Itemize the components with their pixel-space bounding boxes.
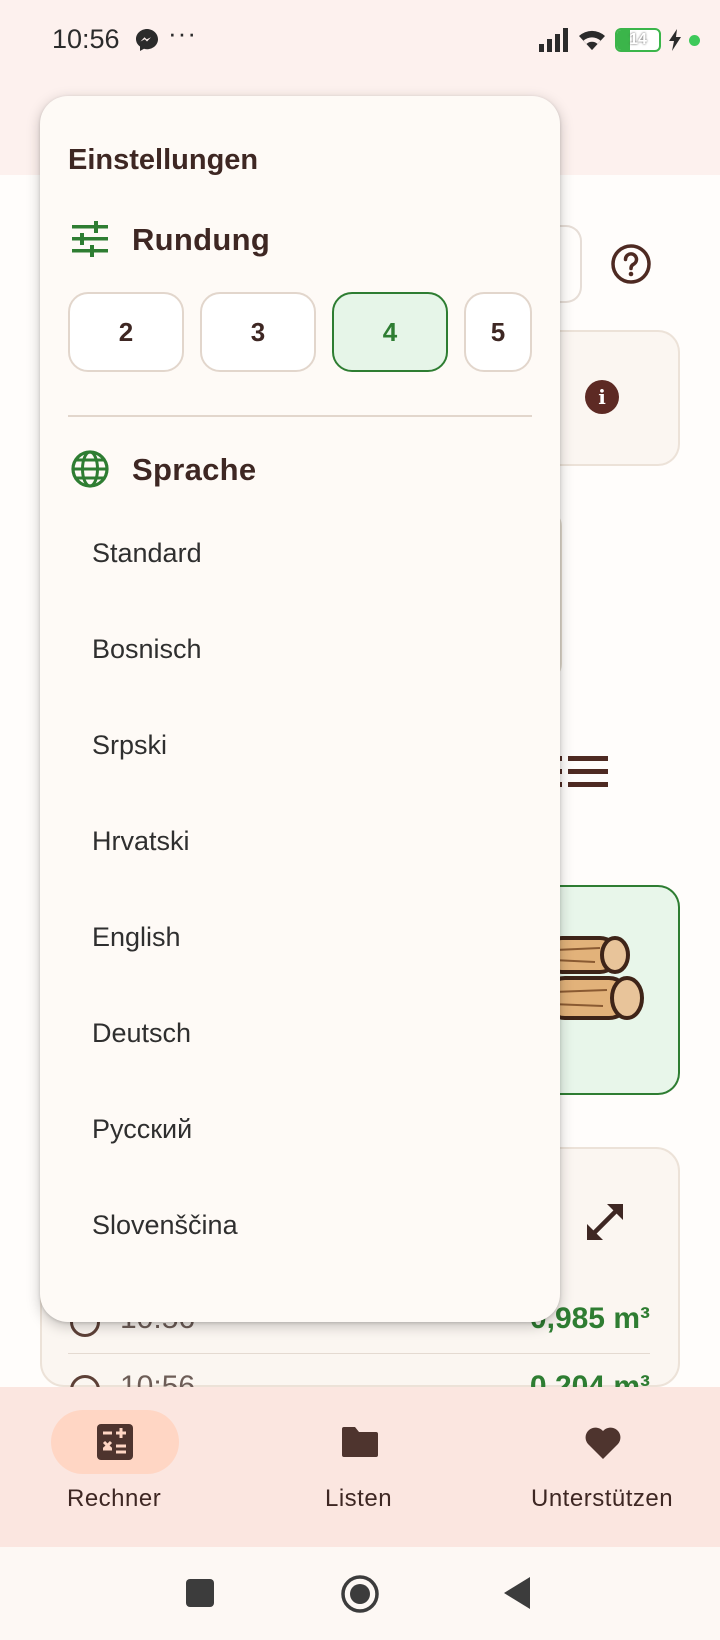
history-row[interactable]: 10:56 0,204 m³ <box>70 1370 650 1387</box>
nav-label: Unterstützen <box>531 1485 674 1512</box>
nav-label: Listen <box>325 1485 393 1512</box>
menu-divider <box>68 415 532 417</box>
settings-menu: Einstellungen Rundung 2 3 4 5 Sprache St… <box>40 96 560 1322</box>
language-option-bosnian[interactable]: Bosnisch <box>92 634 202 665</box>
language-label: Sprache <box>132 452 257 487</box>
language-option-standard[interactable]: Standard <box>92 538 202 569</box>
info-icon[interactable]: i <box>585 380 619 414</box>
battery-icon: 14 <box>615 28 661 52</box>
history-time: 10:56 <box>120 1370 196 1387</box>
language-option-serbian[interactable]: Srpski <box>92 730 167 761</box>
language-option-english[interactable]: English <box>92 922 181 953</box>
battery-level: 14 <box>629 31 647 48</box>
signal-icon <box>539 28 568 52</box>
history-volume: 0,204 m³ <box>529 1370 650 1387</box>
language-option-slovenian[interactable]: Slovenščina <box>92 1210 238 1241</box>
history-divider <box>68 1353 650 1354</box>
language-option-russian[interactable]: Русский <box>92 1114 192 1145</box>
charging-icon <box>669 29 681 51</box>
back-button[interactable] <box>502 1576 532 1610</box>
globe-icon <box>71 450 109 488</box>
recents-button[interactable] <box>185 1578 215 1608</box>
calculator-icon <box>97 1424 133 1460</box>
bottom-navigation: Rechner Listen Unterstützen <box>0 1387 720 1547</box>
expand-icon[interactable] <box>583 1200 627 1244</box>
nav-item-lists[interactable]: Listen <box>240 1387 480 1547</box>
rounding-option-5[interactable]: 5 <box>464 292 532 372</box>
rounding-option-3[interactable]: 3 <box>200 292 316 372</box>
nav-label: Rechner <box>67 1485 162 1512</box>
tune-icon <box>72 221 108 257</box>
logs-image <box>545 936 644 1020</box>
status-time: 10:56 <box>52 24 120 54</box>
help-icon[interactable] <box>610 243 652 285</box>
status-icons: 14 <box>539 24 700 56</box>
rounding-option-2[interactable]: 2 <box>68 292 184 372</box>
nav-item-support[interactable]: Unterstützen <box>480 1387 720 1547</box>
folder-icon <box>342 1427 378 1457</box>
messenger-icon <box>136 29 158 51</box>
language-option-croatian[interactable]: Hrvatski <box>92 826 190 857</box>
privacy-indicator <box>689 34 700 46</box>
rounding-option-4[interactable]: 4 <box>332 292 448 372</box>
wifi-icon <box>579 30 605 50</box>
system-navigation-bar <box>0 1547 720 1640</box>
list-icon[interactable] <box>556 752 608 792</box>
more-notifications-icon: ··· <box>168 18 197 48</box>
menu-title: Einstellungen <box>68 144 259 176</box>
rounding-label: Rundung <box>132 222 271 257</box>
heart-icon <box>585 1427 621 1459</box>
language-option-german[interactable]: Deutsch <box>92 1018 191 1049</box>
home-button[interactable] <box>340 1574 380 1614</box>
clock-icon <box>70 1375 100 1387</box>
